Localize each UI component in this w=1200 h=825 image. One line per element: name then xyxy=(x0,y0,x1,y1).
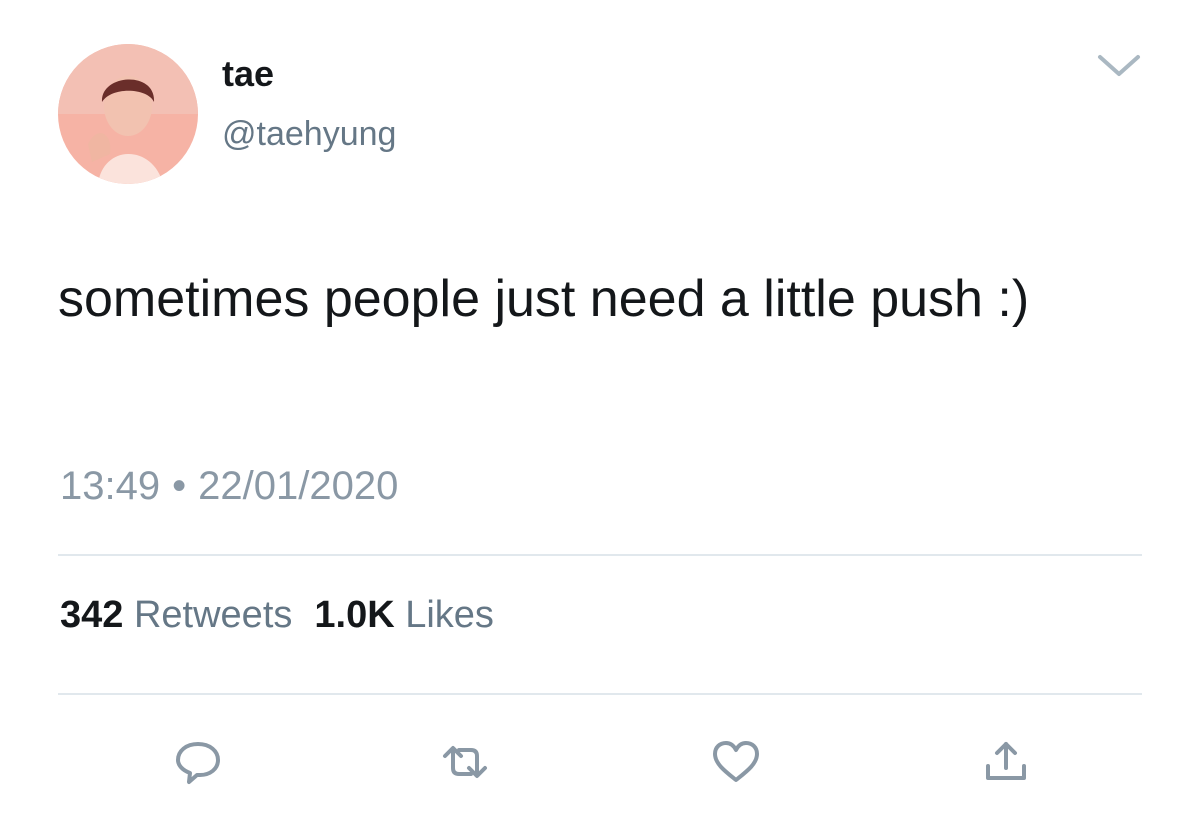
likes-count: 1.0K xyxy=(314,594,395,636)
like-button[interactable] xyxy=(708,738,764,786)
chevron-down-icon[interactable] xyxy=(1096,52,1142,80)
retweets-stat[interactable]: 342 Retweets xyxy=(60,594,292,636)
share-button[interactable] xyxy=(978,738,1034,786)
tweet-text: sometimes people just need a little push… xyxy=(58,270,1030,328)
user-handle[interactable]: @taehyung xyxy=(222,113,396,155)
reply-button[interactable] xyxy=(170,738,226,786)
retweets-count: 342 xyxy=(60,594,124,636)
retweet-button[interactable] xyxy=(437,738,493,786)
tweet-date: 22/01/2020 xyxy=(198,464,399,508)
tweet-stats: 342 Retweets 1.0K Likes xyxy=(60,592,494,638)
divider xyxy=(58,693,1142,695)
display-name[interactable]: tae xyxy=(222,52,274,96)
avatar-image xyxy=(58,44,198,184)
likes-stat[interactable]: 1.0K Likes xyxy=(314,594,494,636)
tweet-timestamp: 13:49 • 22/01/2020 xyxy=(60,461,398,511)
tweet-time: 13:49 xyxy=(60,464,161,508)
share-upload-icon xyxy=(986,742,1026,780)
likes-label: Likes xyxy=(405,594,494,636)
retweet-arrows-icon xyxy=(443,746,487,778)
divider xyxy=(58,554,1142,556)
heart-icon xyxy=(713,741,759,782)
speech-bubble-icon xyxy=(176,742,220,784)
retweets-label: Retweets xyxy=(133,594,293,636)
timestamp-separator: • xyxy=(172,464,187,508)
avatar[interactable] xyxy=(58,44,198,184)
